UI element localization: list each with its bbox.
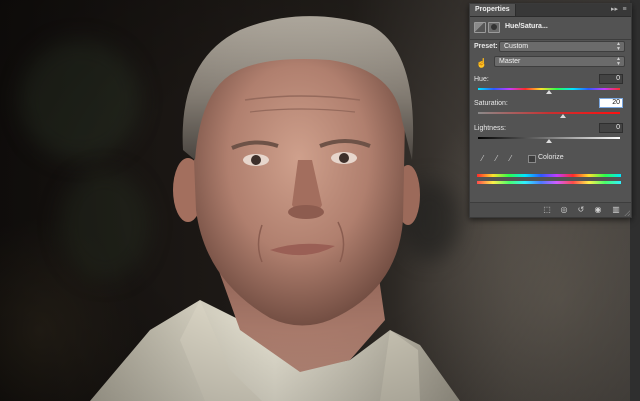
properties-panel: Properties ▸▸ ≡ Hue/Satura... Preset: Cu… xyxy=(469,3,632,218)
preset-select[interactable]: Custom ▲ ▼ xyxy=(499,41,625,52)
tab-properties[interactable]: Properties xyxy=(470,4,516,16)
adjustment-header: Hue/Satura... xyxy=(470,17,631,40)
reset-icon[interactable]: ↺ xyxy=(576,205,586,214)
trash-icon[interactable]: ▥ xyxy=(611,205,621,214)
lightness-input[interactable]: 0 xyxy=(599,123,623,133)
saturation-slider-thumb[interactable] xyxy=(560,114,567,118)
hue-saturation-adjustment-icon[interactable] xyxy=(474,22,486,33)
output-color-spectrum xyxy=(477,181,621,184)
lightness-label: Lightness: xyxy=(474,125,506,132)
saturation-slider[interactable] xyxy=(478,112,620,114)
clip-to-layer-icon[interactable]: ⬚ xyxy=(542,205,552,214)
view-previous-state-icon[interactable]: ◎ xyxy=(559,205,569,214)
preset-label: Preset: xyxy=(474,43,498,50)
adjustment-title: Hue/Satura... xyxy=(505,23,548,30)
eyedropper-minus-icon[interactable]: ⁄ xyxy=(506,154,515,163)
panel-footer: ⬚ ◎ ↺ ◉ ▥ xyxy=(470,202,631,217)
collapse-panel-icon[interactable]: ▸▸ xyxy=(610,5,619,14)
saturation-input[interactable]: 20 xyxy=(599,98,623,108)
select-arrows-icon: ▲ ▼ xyxy=(616,41,621,52)
resize-grip-icon[interactable] xyxy=(624,210,630,216)
hue-input[interactable]: 0 xyxy=(599,74,623,84)
hue-slider-thumb[interactable] xyxy=(546,90,552,94)
select-arrows-icon: ▲ ▼ xyxy=(616,56,621,67)
saturation-label: Saturation: xyxy=(474,100,508,107)
eyedropper-plus-icon[interactable]: ⁄ xyxy=(492,154,501,163)
channel-select[interactable]: Master ▲ ▼ xyxy=(494,56,625,67)
visibility-eye-icon[interactable]: ◉ xyxy=(593,205,603,214)
channel-value: Master xyxy=(499,58,521,65)
lightness-slider-thumb[interactable] xyxy=(546,139,552,143)
hue-label: Hue: xyxy=(474,76,489,83)
layer-mask-icon[interactable] xyxy=(488,22,500,33)
panel-tab-bar: Properties ▸▸ ≡ xyxy=(470,4,631,17)
input-color-spectrum xyxy=(477,174,621,177)
eyedropper-icon[interactable]: ⁄ xyxy=(478,154,487,163)
colorize-checkbox[interactable] xyxy=(528,155,536,163)
colorize-label: Colorize xyxy=(538,154,564,161)
hand-icon[interactable]: ☝ xyxy=(476,58,487,68)
panel-menu-icon[interactable]: ≡ xyxy=(620,5,629,14)
preset-value: Custom xyxy=(504,43,529,50)
